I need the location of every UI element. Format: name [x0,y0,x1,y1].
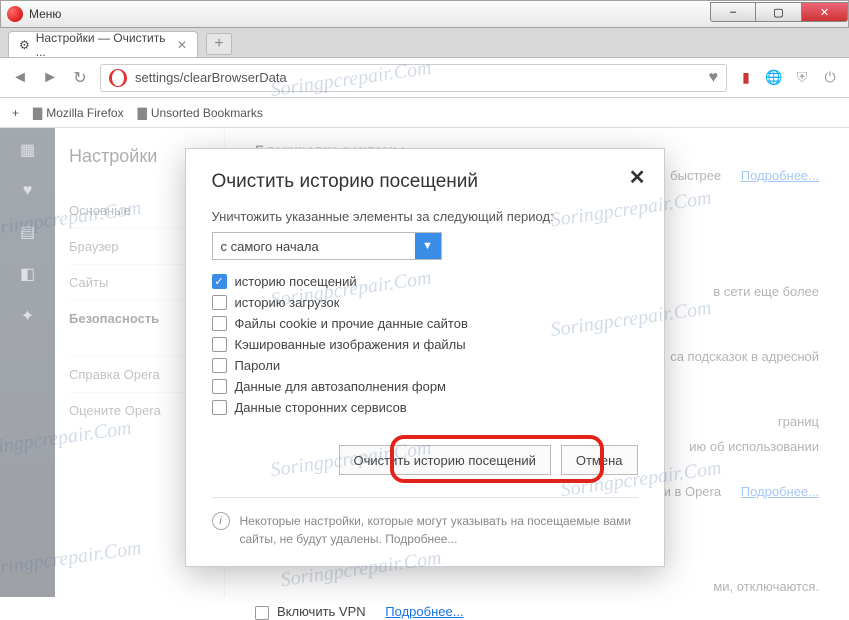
checkbox-icon [212,316,227,331]
tab-settings[interactable]: ⚙ Настройки — Очистить ... ✕ [8,31,198,57]
address-bar: ◄ ► ↻ ♥ ▮ 🌐 ⛨ ⏻ [0,58,849,98]
opera-badge-icon [109,69,127,87]
period-value: с самого начала [221,239,319,254]
checkbox-icon[interactable] [255,606,269,620]
power-icon[interactable]: ⏻ [821,69,839,87]
vpn-label: Включить VPN [277,604,366,619]
url-input[interactable] [135,70,701,85]
maximize-button[interactable]: ▢ [756,2,802,22]
reload-button[interactable]: ↻ [70,68,90,88]
window-titlebar: Меню – ▢ ✕ [0,0,849,28]
folder-icon: ▇ [138,106,147,120]
check-history[interactable]: ✓историю посещений [212,274,638,289]
check-thirdparty[interactable]: Данные сторонних сервисов [212,400,638,415]
checkbox-icon [212,400,227,415]
forward-button[interactable]: ► [40,69,60,87]
globe-icon[interactable]: 🌐 [765,69,783,87]
check-autofill[interactable]: Данные для автозаполнения форм [212,379,638,394]
dialog-title: Очистить историю посещений [212,171,638,193]
shield-icon[interactable]: ⛨ [793,69,811,87]
dialog-footnote: i Некоторые настройки, которые могут ука… [212,497,638,548]
checkbox-icon: ✓ [212,274,227,289]
tab-strip: ⚙ Настройки — Очистить ... ✕ + [0,28,849,58]
checkbox-icon [212,379,227,394]
learn-more-link[interactable]: Подробнее... [385,604,463,619]
learn-more-link[interactable]: Подробнее... [385,532,457,546]
url-field-container[interactable]: ♥ [100,64,727,92]
cancel-button[interactable]: Отмена [561,445,638,475]
bookmark-folder[interactable]: ▇Mozilla Firefox [33,106,124,120]
adblock-icon[interactable]: ▮ [737,69,755,87]
tab-title: Настройки — Очистить ... [36,31,177,59]
new-tab-button[interactable]: + [206,33,232,55]
tab-close-button[interactable]: ✕ [177,38,187,52]
add-bookmark-button[interactable]: + [12,106,19,120]
check-passwords[interactable]: Пароли [212,358,638,373]
check-downloads[interactable]: историю загрузок [212,295,638,310]
modal-overlay: ✕ Очистить историю посещений Уничтожить … [0,128,849,597]
window-close-button[interactable]: ✕ [802,2,848,22]
clear-data-dialog: ✕ Очистить историю посещений Уничтожить … [185,148,665,567]
not-deleted-link[interactable]: не будут удалены [280,532,379,546]
gear-icon: ⚙ [19,38,30,52]
checkbox-icon [212,337,227,352]
bookmarks-bar: + ▇Mozilla Firefox ▇Unsorted Bookmarks [0,98,849,128]
back-button[interactable]: ◄ [10,69,30,87]
menu-button[interactable]: Меню [29,7,61,21]
minimize-button[interactable]: – [710,2,756,22]
opera-logo-icon [7,6,23,22]
check-cookies[interactable]: Файлы cookie и прочие данные сайтов [212,316,638,331]
dialog-close-button[interactable]: ✕ [629,165,646,190]
folder-icon: ▇ [33,106,42,120]
clear-button[interactable]: Очистить историю посещений [339,445,551,475]
info-icon: i [212,512,230,530]
period-select[interactable]: с самого начала ▼ [212,232,442,260]
dialog-subtitle: Уничтожить указанные элементы за следующ… [212,209,638,224]
content-area: ▦ ♥ ▤ ◧ ✦ Настройки Основные Браузер Сай… [0,128,849,597]
chevron-down-icon: ▼ [415,233,441,259]
bookmark-folder[interactable]: ▇Unsorted Bookmarks [138,106,263,120]
checkbox-icon [212,358,227,373]
check-cache[interactable]: Кэшированные изображения и файлы [212,337,638,352]
bookmark-heart-icon[interactable]: ♥ [709,69,719,87]
checkbox-icon [212,295,227,310]
